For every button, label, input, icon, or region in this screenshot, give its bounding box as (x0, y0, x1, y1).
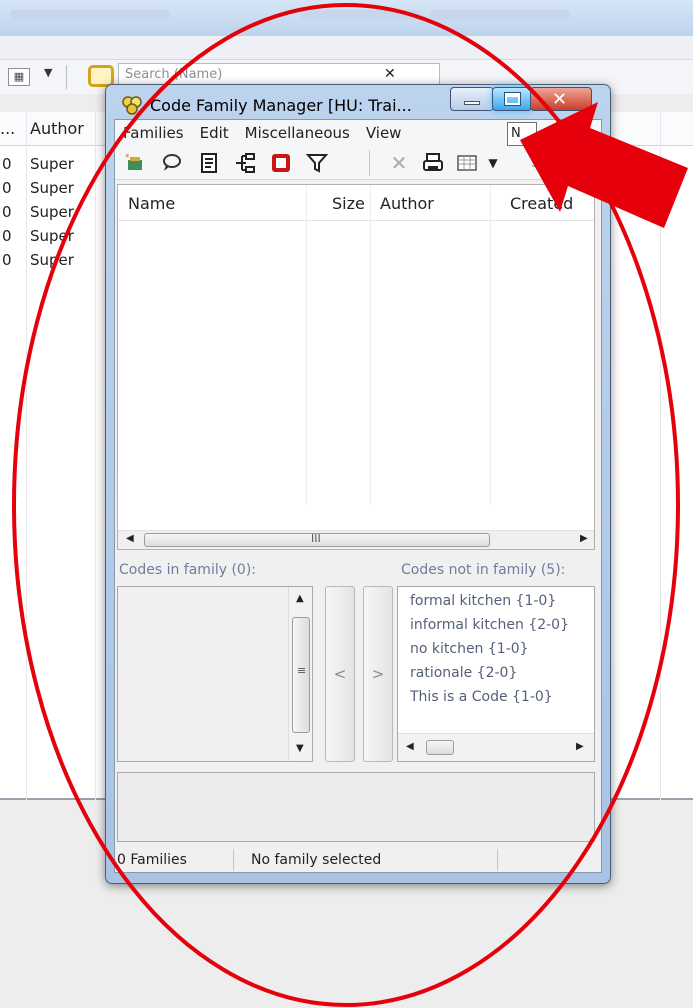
tree-icon[interactable] (233, 151, 257, 175)
add-code-button[interactable]: < (325, 586, 355, 762)
scroll-right-icon[interactable]: ▶ (576, 741, 584, 752)
codes-in-family-label: Codes in family (0): (119, 562, 257, 578)
list-item[interactable]: informal kitchen {2-0} (410, 617, 569, 633)
minimize-button[interactable] (450, 87, 494, 111)
red-square-icon[interactable] (269, 151, 293, 175)
vertical-scrollbar[interactable]: ▲ ≡ ▼ (288, 587, 312, 761)
menu-families[interactable]: Families (123, 121, 184, 145)
scroll-down-icon[interactable]: ▼ (296, 743, 304, 754)
codes-in-family-list[interactable]: ▲ ≡ ▼ (117, 586, 313, 762)
list-item[interactable]: no kitchen {1-0} (410, 641, 529, 657)
scroll-right-icon[interactable]: ▶ (580, 533, 588, 544)
column-header-created[interactable]: Created (510, 194, 573, 213)
table-row[interactable]: 0 Super (0, 200, 90, 224)
families-count: 0 Families (117, 852, 187, 868)
window-titlebar[interactable]: Code Family Manager [HU: Trai... (120, 91, 412, 119)
background-rows: 0 Super 0 Super 0 Super 0 Super 0 Super (0, 152, 90, 272)
table-row[interactable]: 0 Super (0, 152, 90, 176)
list-item[interactable]: This is a Code {1-0} (410, 689, 553, 705)
close-icon: ✕ (552, 89, 568, 110)
menu-miscellaneous[interactable]: Miscellaneous (245, 121, 350, 145)
status-separator (497, 849, 498, 871)
column-header-truncated[interactable]: ... (0, 119, 15, 138)
dropdown-arrow-icon[interactable]: ▼ (44, 66, 52, 79)
comment-icon[interactable] (159, 151, 183, 175)
delete-icon[interactable]: ✕ (387, 151, 411, 175)
toolbar-separator (66, 65, 67, 89)
code-family-icon (122, 96, 142, 115)
codes-not-in-family-label: Codes not in family (5): (401, 562, 566, 578)
scrollbar-thumb[interactable]: ≡ (292, 617, 310, 733)
scroll-grip: III (311, 532, 321, 545)
blurred-title (430, 10, 570, 20)
grid-view-icon[interactable] (455, 151, 479, 175)
scroll-left-icon[interactable]: ◀ (406, 741, 414, 752)
close-button[interactable]: ✕ (530, 87, 592, 111)
code-family-manager-window[interactable]: Code Family Manager [HU: Trai... ✕ Famil… (105, 84, 611, 884)
print-icon[interactable] (421, 151, 445, 175)
family-details-pane[interactable] (117, 772, 595, 842)
column-header-author[interactable]: Author (30, 119, 84, 138)
column-divider (660, 112, 661, 800)
background-titlebar (0, 0, 693, 36)
scroll-left-icon[interactable]: ◀ (126, 533, 134, 544)
clear-search-icon[interactable]: ✕ (384, 66, 396, 82)
search-input[interactable]: Searc (527, 151, 601, 175)
families-list[interactable]: Name Size Author Created ◀ III ▶ (117, 184, 595, 550)
blurred-title (300, 10, 420, 20)
filter-icon[interactable] (305, 151, 329, 175)
svg-text:*: * (125, 153, 130, 163)
column-header-author[interactable]: Author (380, 194, 434, 213)
dropdown-icon[interactable]: ▼ (481, 151, 505, 175)
grid-view-icon[interactable]: ▦ (8, 68, 30, 86)
document-icon[interactable] (197, 151, 221, 175)
table-row[interactable]: 0 Super (0, 224, 90, 248)
table-row[interactable]: 0 Super (0, 176, 90, 200)
table-row[interactable]: 0 Super (0, 248, 90, 272)
scroll-up-icon[interactable]: ▲ (296, 593, 304, 604)
list-item[interactable]: formal kitchen {1-0} (410, 593, 556, 609)
column-divider (306, 185, 307, 505)
toolbar: * ✕ ▼ Searc (115, 146, 601, 180)
scrollbar-thumb[interactable] (426, 740, 454, 755)
toolbar-separator (369, 150, 370, 176)
codes-not-in-family-list[interactable]: formal kitchen {1-0} informal kitchen {2… (397, 586, 595, 762)
menu-view[interactable]: View (366, 121, 402, 145)
column-header-size[interactable]: Size (332, 194, 365, 213)
search-placeholder: Searc (531, 155, 571, 171)
horizontal-scrollbar[interactable]: ◀ ▶ (398, 733, 594, 761)
scrollbar-thumb[interactable]: III (144, 532, 490, 547)
column-divider (490, 185, 491, 505)
maximize-button[interactable] (492, 87, 532, 111)
maximize-icon (504, 92, 521, 106)
window-client-area: Families Edit Miscellaneous View N * ✕ ▼… (114, 119, 602, 873)
column-divider (95, 112, 96, 800)
background-menubar (0, 36, 693, 60)
column-header-name[interactable]: Name (128, 194, 175, 213)
selection-status: No family selected (251, 852, 382, 868)
status-bar: 0 Families No family selected (115, 846, 601, 872)
blurred-title (10, 10, 170, 20)
list-item[interactable]: rationale {2-0} (410, 665, 517, 681)
menu-field[interactable]: N (507, 122, 537, 146)
status-separator (233, 849, 234, 871)
families-column-header: Name Size Author Created (118, 185, 594, 221)
new-family-icon[interactable]: * (123, 151, 147, 175)
menu-edit[interactable]: Edit (200, 121, 229, 145)
horizontal-scrollbar[interactable]: ◀ III ▶ (118, 530, 594, 549)
scroll-grip: ≡ (297, 664, 307, 677)
remove-code-button[interactable]: > (363, 586, 393, 762)
column-divider (370, 185, 371, 505)
minimize-icon (464, 101, 480, 105)
search-placeholder: Search (Name) (125, 67, 223, 82)
window-title: Code Family Manager [HU: Trai... (150, 95, 412, 115)
